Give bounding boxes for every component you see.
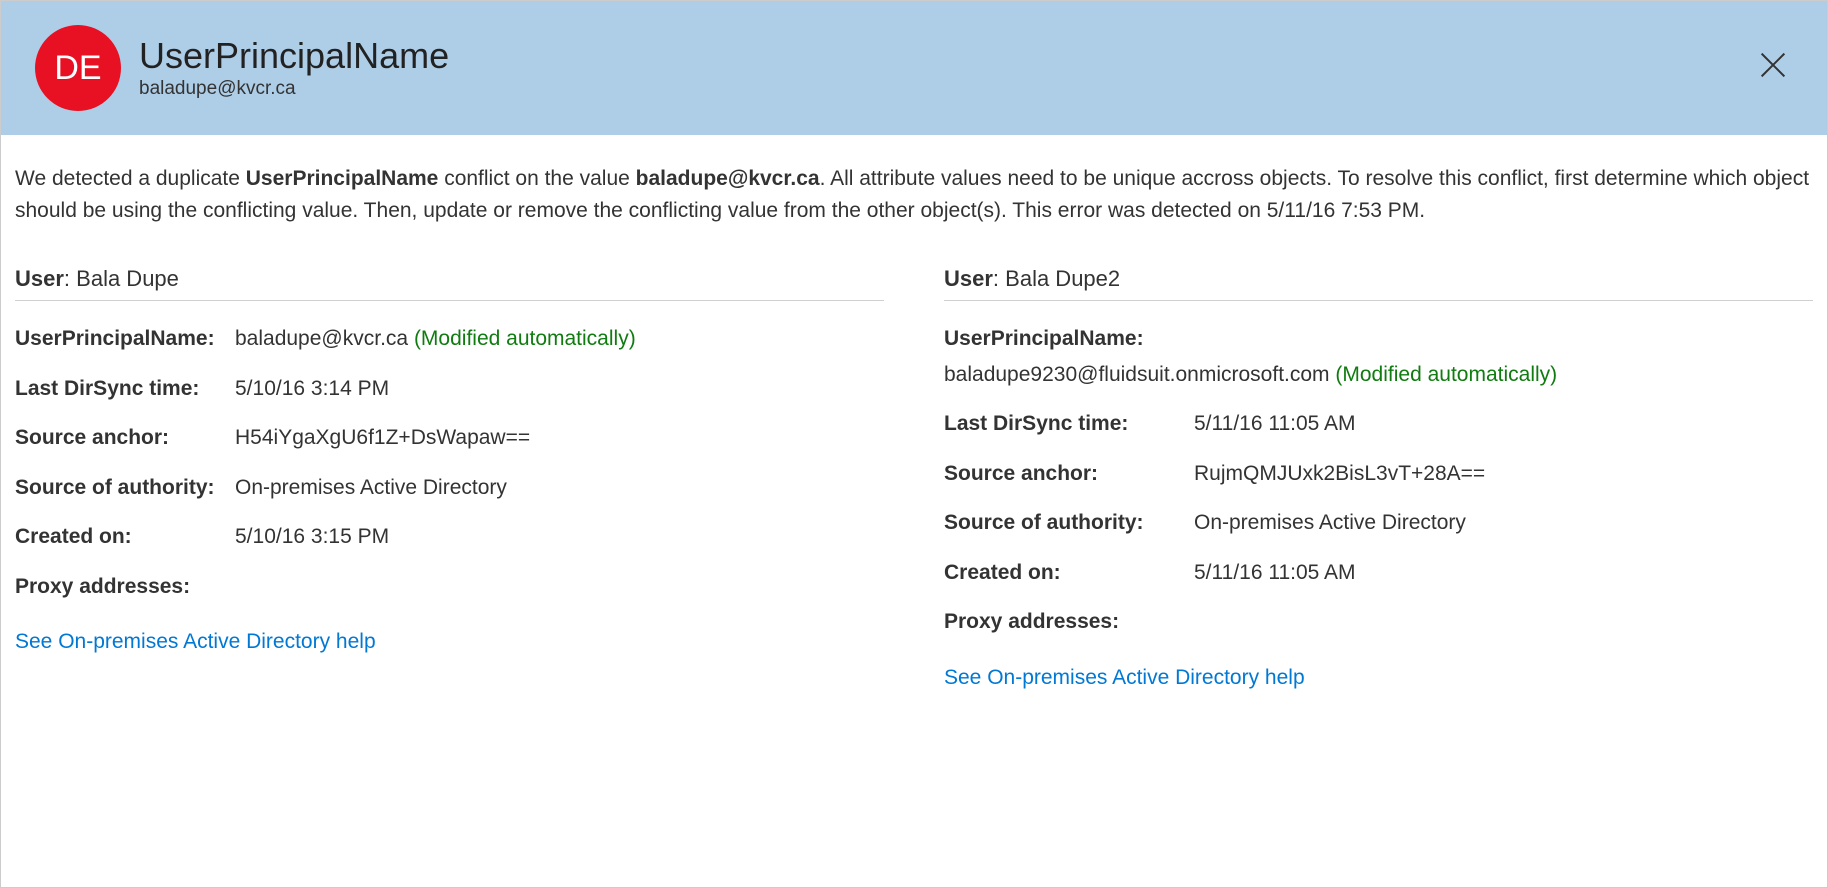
label-last-dirsync: Last DirSync time: (15, 373, 235, 405)
conflict-dialog: DE UserPrincipalName baladupe@kvcr.ca We… (0, 0, 1828, 888)
close-button[interactable] (1753, 48, 1793, 88)
user-heading: User: Bala Dupe (15, 266, 884, 301)
value-upn: baladupe@kvcr.ca (235, 327, 408, 350)
user-name: Bala Dupe (76, 266, 179, 291)
close-icon (1760, 52, 1786, 84)
desc-mid: conflict on the value (438, 167, 635, 190)
label-proxy-addresses: Proxy addresses: (15, 571, 235, 603)
row-last-dirsync: Last DirSync time: 5/11/16 11:05 AM (944, 408, 1813, 440)
upn-modified-note: (Modified automatically) (1335, 363, 1557, 386)
value-last-dirsync: 5/11/16 11:05 AM (1194, 408, 1813, 440)
label-source-authority: Source of authority: (944, 507, 1194, 539)
user-heading: User: Bala Dupe2 (944, 266, 1813, 301)
label-upn: UserPrincipalName: (15, 323, 235, 355)
user-label: User (944, 266, 993, 291)
avatar-initials: DE (54, 49, 101, 88)
dialog-subtitle: baladupe@kvcr.ca (139, 78, 449, 100)
value-source-anchor: RujmQMJUxk2BisL3vT+28A== (1194, 458, 1813, 490)
upn-modified-note: (Modified automatically) (414, 327, 636, 350)
desc-pre: We detected a duplicate (15, 167, 246, 190)
value-source-authority: On-premises Active Directory (1194, 507, 1813, 539)
dialog-header: DE UserPrincipalName baladupe@kvcr.ca (1, 1, 1827, 135)
value-last-dirsync: 5/10/16 3:14 PM (235, 373, 884, 405)
row-source-anchor: Source anchor: H54iYgaXgU6f1Z+DsWapaw== (15, 422, 884, 454)
value-source-authority: On-premises Active Directory (235, 472, 884, 504)
label-upn: UserPrincipalName: (944, 323, 1813, 355)
row-created-on: Created on: 5/10/16 3:15 PM (15, 521, 884, 553)
row-last-dirsync: Last DirSync time: 5/10/16 3:14 PM (15, 373, 884, 405)
row-source-authority: Source of authority: On-premises Active … (15, 472, 884, 504)
label-created-on: Created on: (944, 557, 1194, 589)
desc-value: baladupe@kvcr.ca (636, 167, 820, 190)
value-created-on: 5/10/16 3:15 PM (235, 521, 884, 553)
row-source-anchor: Source anchor: RujmQMJUxk2BisL3vT+28A== (944, 458, 1813, 490)
user-name: Bala Dupe2 (1005, 266, 1120, 291)
header-text: UserPrincipalName baladupe@kvcr.ca (139, 36, 449, 100)
label-proxy-addresses: Proxy addresses: (944, 606, 1194, 638)
user-column-1: User: Bala Dupe UserPrincipalName: balad… (15, 266, 884, 690)
user-label: User (15, 266, 64, 291)
row-created-on: Created on: 5/11/16 11:05 AM (944, 557, 1813, 589)
help-link[interactable]: See On-premises Active Directory help (15, 630, 376, 654)
value-source-anchor: H54iYgaXgU6f1Z+DsWapaw== (235, 422, 884, 454)
user-columns: User: Bala Dupe UserPrincipalName: balad… (15, 266, 1813, 690)
desc-attribute: UserPrincipalName (246, 167, 439, 190)
dialog-title: UserPrincipalName (139, 36, 449, 76)
conflict-description: We detected a duplicate UserPrincipalNam… (15, 163, 1813, 226)
row-upn: UserPrincipalName: baladupe9230@fluidsui… (944, 323, 1813, 390)
dialog-body: We detected a duplicate UserPrincipalNam… (1, 135, 1827, 887)
value-created-on: 5/11/16 11:05 AM (1194, 557, 1813, 589)
user-column-2: User: Bala Dupe2 UserPrincipalName: bala… (944, 266, 1813, 690)
help-link[interactable]: See On-premises Active Directory help (944, 666, 1305, 690)
label-source-anchor: Source anchor: (944, 458, 1194, 490)
row-upn: UserPrincipalName: baladupe@kvcr.ca (Mod… (15, 323, 884, 355)
label-source-anchor: Source anchor: (15, 422, 235, 454)
row-source-authority: Source of authority: On-premises Active … (944, 507, 1813, 539)
row-proxy-addresses: Proxy addresses: (15, 571, 884, 603)
label-created-on: Created on: (15, 521, 235, 553)
value-upn: baladupe9230@fluidsuit.onmicrosoft.com (944, 363, 1330, 386)
label-last-dirsync: Last DirSync time: (944, 408, 1194, 440)
avatar: DE (35, 25, 121, 111)
row-proxy-addresses: Proxy addresses: (944, 606, 1813, 638)
label-source-authority: Source of authority: (15, 472, 235, 504)
